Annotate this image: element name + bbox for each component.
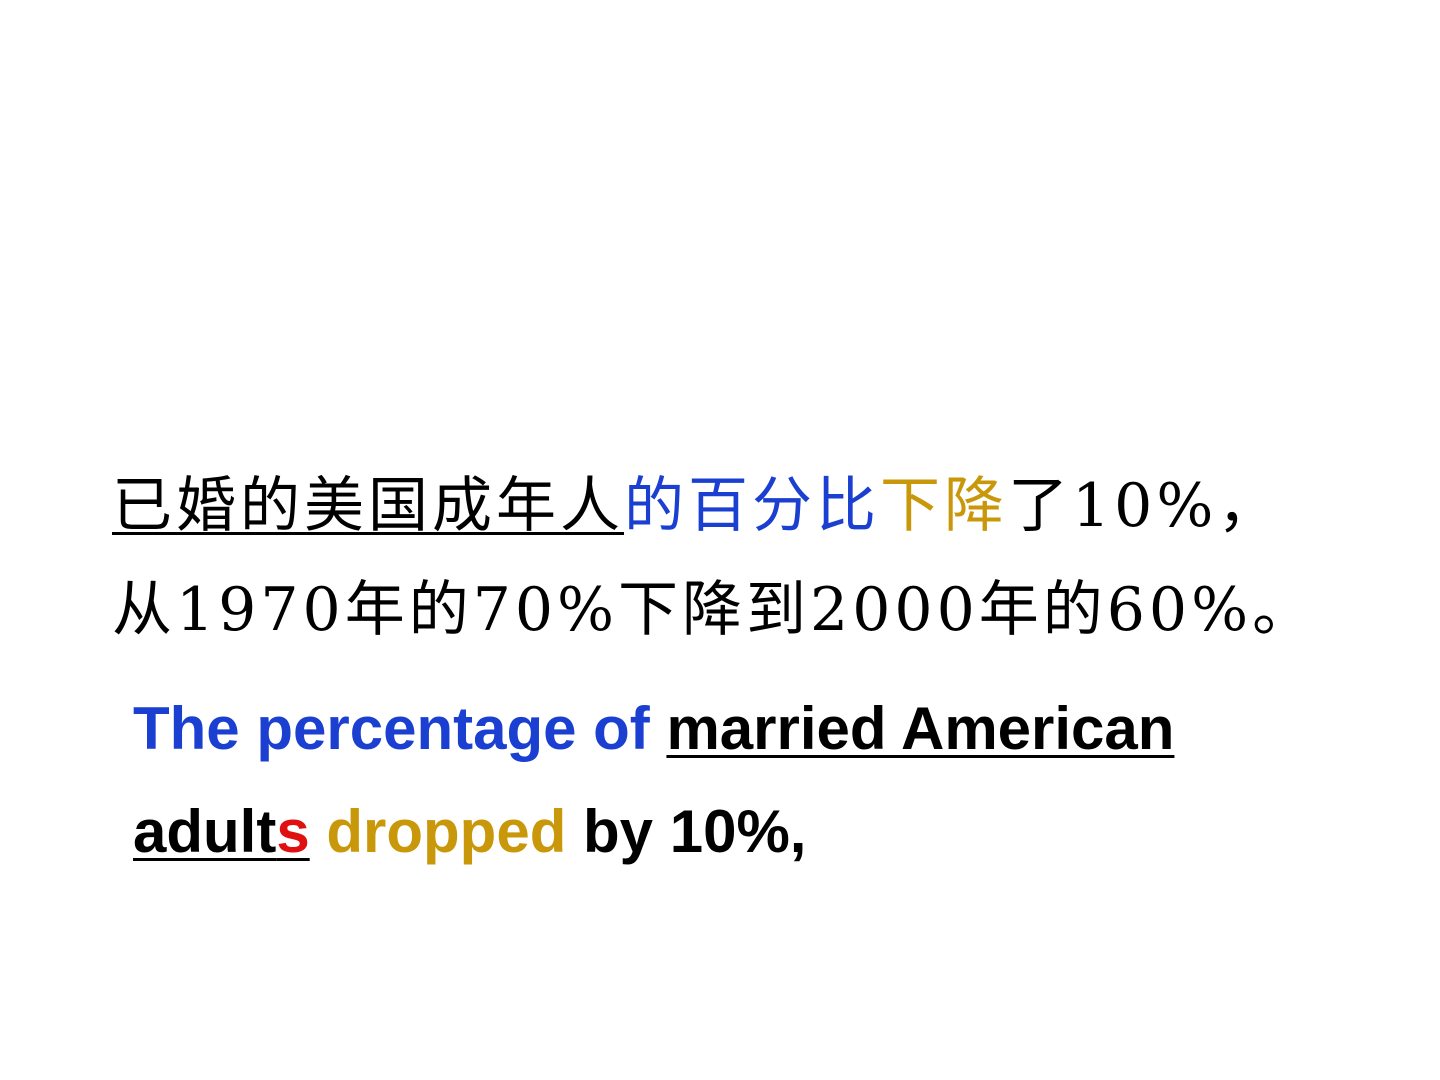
chinese-subject-underlined: 已婚的美国成年人 [112,471,624,541]
english-the-percentage-of-blue: The percentage of [133,695,667,762]
english-sentence-line-2: adults dropped by 10%, [133,796,806,868]
english-plural-s-red: s [276,798,310,865]
chinese-line-1-rest: 了10%， [1008,471,1282,541]
slide: 已婚的美国成年人的百分比下降了10%， 从1970年的70%下降到2000年的6… [0,0,1440,1080]
english-adult-underlined: adult [133,798,277,865]
chinese-dropped-gold: 下降 [880,471,1008,541]
english-dropped-gold: dropped [309,798,567,865]
chinese-sentence-line-2: 从1970年的70%下降到2000年的60%。 [112,575,1317,645]
chinese-percentage-blue: 的百分比 [624,471,880,541]
english-line-2-rest: by 10%, [566,798,807,865]
english-married-american-underlined: married American [666,695,1175,762]
english-sentence-line-1: The percentage of married American [133,693,1174,765]
chinese-sentence-line-1: 已婚的美国成年人的百分比下降了10%， [112,468,1281,544]
